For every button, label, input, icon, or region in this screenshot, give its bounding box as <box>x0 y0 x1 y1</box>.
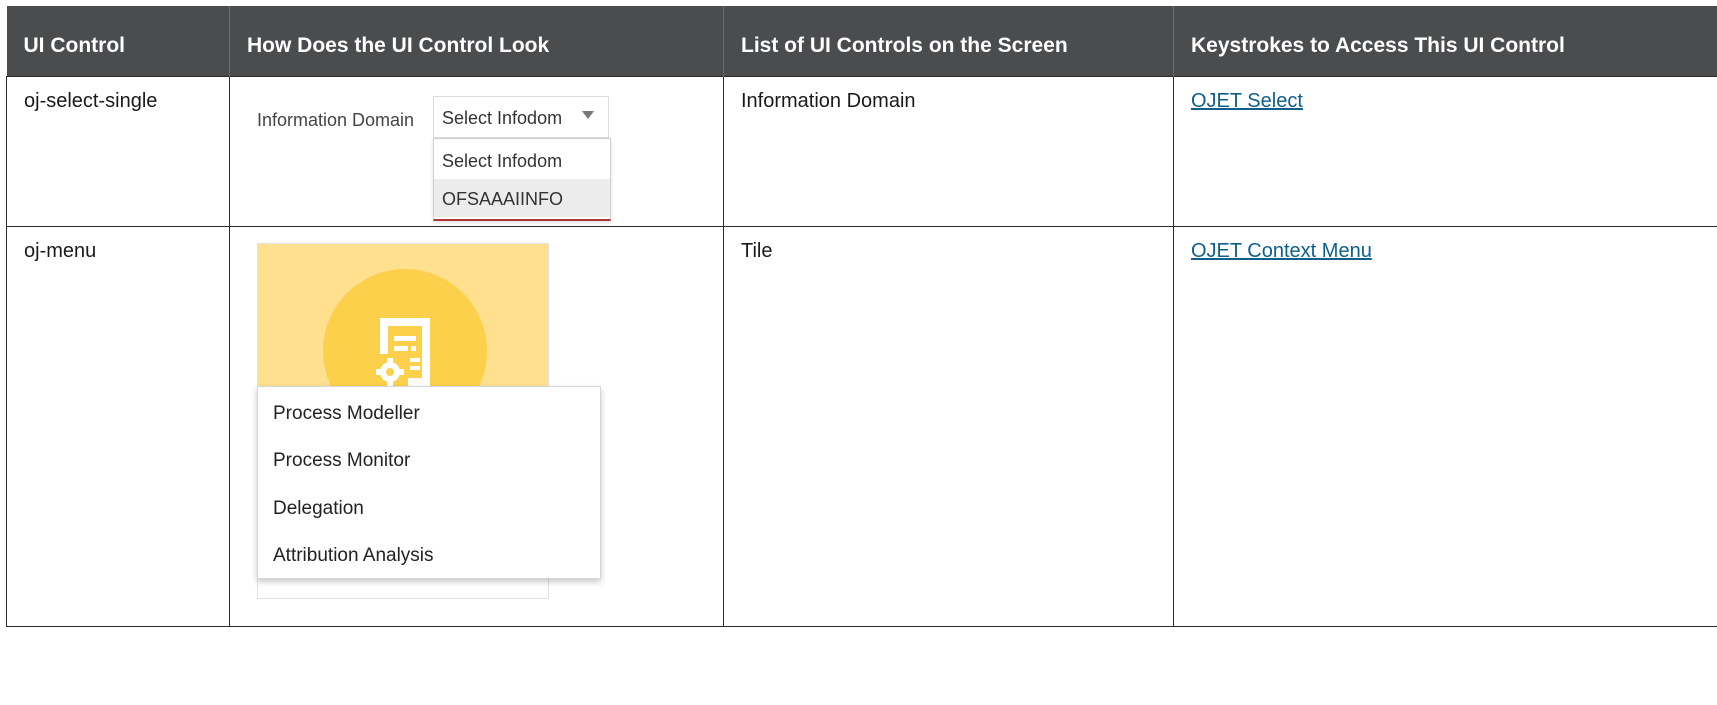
select-dropdown: Select Infodom OFSAAAIINFO <box>433 138 611 221</box>
ojet-context-menu-link[interactable]: OJET Context Menu <box>1191 240 1372 262</box>
cell-keystrokes: OJET Context Menu <box>1173 226 1717 627</box>
select-single-preview: Information Domain Select Infodom Select… <box>230 77 723 226</box>
header-list-controls: List of UI Controls on the Screen <box>723 6 1174 77</box>
menu-preview: Process Modeller Process Monitor Delegat… <box>230 227 723 626</box>
cell-screen-controls: Tile <box>723 226 1174 627</box>
document-gear-icon <box>376 318 430 386</box>
ui-controls-table: UI Control How Does the UI Control Look … <box>6 6 1717 627</box>
menu-item-process-monitor[interactable]: Process Monitor <box>273 450 410 472</box>
select-value: Select Infodom <box>442 108 563 128</box>
menu-item-attribution-analysis[interactable]: Attribution Analysis <box>273 545 434 567</box>
header-keystrokes: Keystrokes to Access This UI Control <box>1173 6 1717 77</box>
menu-item-process-modeller[interactable]: Process Modeller <box>273 403 420 425</box>
cell-keystrokes: OJET Select <box>1173 76 1717 227</box>
menu-item-delegation[interactable]: Delegation <box>273 498 364 520</box>
cell-control-name: oj-select-single <box>6 76 230 227</box>
select-option[interactable]: OFSAAAIINFO <box>434 179 610 217</box>
table-row: oj-menu Process Modeller Process Monitor… <box>6 226 1717 627</box>
cell-control-look: Information Domain Select Infodom Select… <box>229 76 724 227</box>
select-label: Information Domain <box>257 110 415 130</box>
cell-control-name: oj-menu <box>6 226 230 627</box>
cell-screen-controls: Information Domain <box>723 76 1174 227</box>
tile-footer <box>257 577 549 599</box>
caret-down-icon <box>582 111 594 119</box>
context-menu: Process Modeller Process Monitor Delegat… <box>257 386 601 579</box>
ojet-select-link[interactable]: OJET Select <box>1191 90 1303 112</box>
infodom-select[interactable]: Select Infodom <box>433 96 609 138</box>
table-header-row: UI Control How Does the UI Control Look … <box>6 6 1717 77</box>
header-how-look: How Does the UI Control Look <box>229 6 724 77</box>
select-option[interactable]: Select Infodom <box>434 141 610 179</box>
header-ui-control: UI Control <box>6 6 230 77</box>
cell-control-look: Process Modeller Process Monitor Delegat… <box>229 226 724 627</box>
table-row: oj-select-single Information Domain Sele… <box>6 76 1717 227</box>
